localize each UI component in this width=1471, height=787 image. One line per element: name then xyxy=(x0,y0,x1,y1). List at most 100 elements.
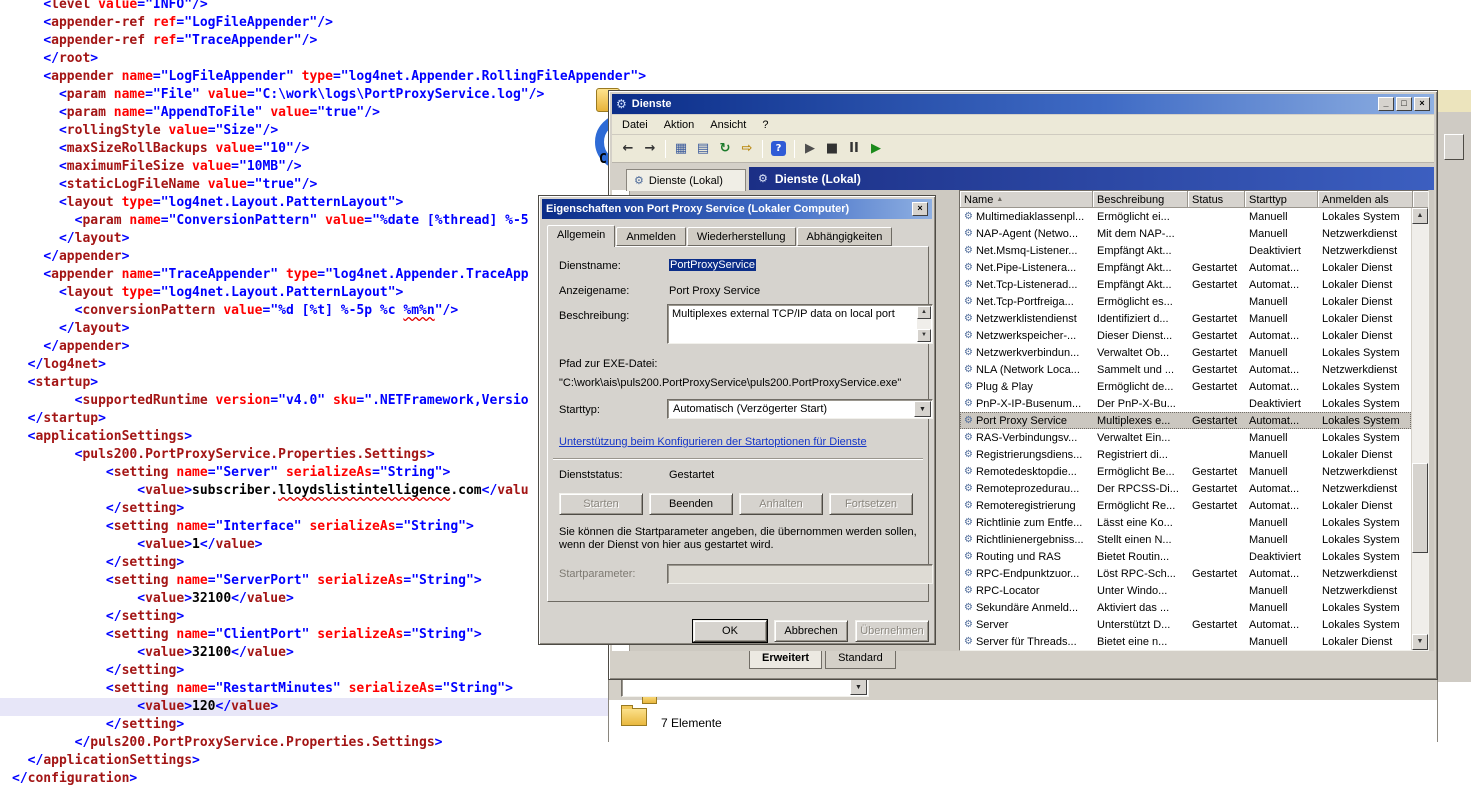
dienstname-value[interactable]: PortProxyService xyxy=(669,259,756,271)
service-row[interactable]: ⚙ServerUnterstützt D...GestartetAutomat.… xyxy=(960,616,1411,633)
service-row[interactable]: ⚙Port Proxy ServiceMultiplexes e...Gesta… xyxy=(960,412,1411,429)
restart-service-icon[interactable]: ▶ xyxy=(866,139,886,159)
code-line[interactable]: <setting name="ServerPort" serializeAs="… xyxy=(0,572,482,590)
tab-erweitert[interactable]: Erweitert xyxy=(749,651,822,669)
startoptions-help-link[interactable]: Unterstützung beim Konfigurieren der Sta… xyxy=(559,436,867,448)
column-header-starttyp[interactable]: Starttyp xyxy=(1245,191,1318,208)
cancel-button[interactable]: Abbrechen xyxy=(774,620,848,642)
maximize-button[interactable]: □ xyxy=(1396,97,1412,111)
tab-anmelden[interactable]: Anmelden xyxy=(616,227,686,246)
tab-abhaengigkeiten[interactable]: Abhängigkeiten xyxy=(797,227,893,246)
properties-icon[interactable]: ▤ xyxy=(693,139,713,159)
code-line[interactable]: <maxSizeRollBackups value="10"/> xyxy=(0,140,309,158)
service-row[interactable]: ⚙RemoteregistrierungErmöglicht Re...Gest… xyxy=(960,497,1411,514)
tab-wiederherstellung[interactable]: Wiederherstellung xyxy=(687,227,796,246)
code-line[interactable]: <value>32100</value> xyxy=(0,644,294,662)
service-row[interactable]: ⚙RPC-Endpunktzuor...Löst RPC-Sch...Gesta… xyxy=(960,565,1411,582)
window-titlebar[interactable]: ⚙ Dienste _□× xyxy=(612,94,1434,114)
code-line[interactable]: </setting> xyxy=(0,554,184,572)
help-icon[interactable]: ? xyxy=(771,141,786,156)
combobox-dropdown-button[interactable]: ▼ xyxy=(850,679,867,695)
service-row[interactable]: ⚙Richtlinienergebniss...Stellt einen N..… xyxy=(960,531,1411,548)
forward-icon[interactable]: → xyxy=(640,139,660,159)
code-line[interactable]: <setting name="RestartMinutes" serialize… xyxy=(0,680,513,698)
code-line[interactable]: <applicationSettings> xyxy=(0,428,192,446)
service-row[interactable]: ⚙Remoteprozedurau...Der RPCSS-Di...Gesta… xyxy=(960,480,1411,497)
code-line[interactable]: <level value="INFO"/> xyxy=(0,0,208,14)
code-line[interactable]: <puls200.PortProxyService.Properties.Set… xyxy=(0,446,435,464)
code-line[interactable]: </log4net> xyxy=(0,356,106,374)
service-row[interactable]: ⚙Net.Tcp-Listenerad...Empfängt Akt...Ges… xyxy=(960,276,1411,293)
service-row[interactable]: ⚙NAP-Agent (Netwo...Mit dem NAP-...Manue… xyxy=(960,225,1411,242)
scroll-down-icon[interactable]: ▼ xyxy=(1412,634,1428,650)
service-row[interactable]: ⚙Net.Msmq-Listener...Empfängt Akt...Deak… xyxy=(960,242,1411,259)
code-line[interactable]: </puls200.PortProxyService.Properties.Se… xyxy=(0,734,442,752)
scroll-up-icon[interactable]: ▲ xyxy=(1412,208,1428,224)
service-row[interactable]: ⚙Plug & PlayErmöglicht de...GestartetAut… xyxy=(960,378,1411,395)
code-line[interactable]: </setting> xyxy=(0,608,184,626)
minimize-button[interactable]: _ xyxy=(1378,97,1394,111)
column-header-beschreibung[interactable]: Beschreibung xyxy=(1093,191,1188,208)
column-header-name[interactable]: Name▲ xyxy=(960,191,1093,208)
code-line[interactable]: <supportedRuntime version="v4.0" sku=".N… xyxy=(0,392,529,410)
close-button[interactable]: × xyxy=(1414,97,1430,111)
scroll-thumb[interactable] xyxy=(1412,463,1428,553)
code-line[interactable]: <layout type="log4net.Layout.PatternLayo… xyxy=(0,284,403,302)
scrollbar-fragment[interactable] xyxy=(1444,134,1464,160)
code-line[interactable]: <layout type="log4net.Layout.PatternLayo… xyxy=(0,194,403,212)
menu-aktion[interactable]: Aktion xyxy=(656,117,703,133)
code-line[interactable]: <param name="AppendToFile" value="true"/… xyxy=(0,104,380,122)
refresh-icon[interactable]: ↻ xyxy=(715,139,735,159)
code-line[interactable]: <appender-ref ref="LogFileAppender"/> xyxy=(0,14,333,32)
code-line[interactable]: <param name="File" value="C:\work\logs\P… xyxy=(0,86,544,104)
dialog-titlebar[interactable]: Eigenschaften von Port Proxy Service (Lo… xyxy=(542,199,932,219)
code-line[interactable]: <setting name="ClientPort" serializeAs="… xyxy=(0,626,482,644)
code-line[interactable]: </configuration> xyxy=(0,770,137,787)
show-window-icon[interactable]: ▦ xyxy=(671,139,691,159)
code-line[interactable]: <appender-ref ref="TraceAppender"/> xyxy=(0,32,317,50)
service-row[interactable]: ⚙Net.Tcp-Portfreiga...Ermöglicht es...Ma… xyxy=(960,293,1411,310)
folder-combobox[interactable]: ▼ xyxy=(621,677,869,697)
service-row[interactable]: ⚙Netzwerkspeicher-...Dieser Dienst...Ges… xyxy=(960,327,1411,344)
code-line[interactable]: <staticLogFileName value="true"/> xyxy=(0,176,317,194)
code-line[interactable]: <setting name="Interface" serializeAs="S… xyxy=(0,518,474,536)
code-line[interactable]: </layout> xyxy=(0,230,129,248)
service-row[interactable]: ⚙Registrierungsdiens...Registriert di...… xyxy=(960,446,1411,463)
service-row[interactable]: ⚙Richtlinie zum Entfe...Lässt eine Ko...… xyxy=(960,514,1411,531)
service-row[interactable]: ⚙Multimediaklassenpl...Ermöglicht ei...M… xyxy=(960,208,1411,225)
code-line[interactable]: </setting> xyxy=(0,716,184,734)
close-button[interactable]: × xyxy=(912,202,928,216)
code-line[interactable]: <value>1</value> xyxy=(0,536,262,554)
ok-button[interactable]: OK xyxy=(693,620,767,642)
service-row[interactable]: ⚙Netzwerkverbindun...Verwaltet Ob...Gest… xyxy=(960,344,1411,361)
code-line[interactable]: <value>32100</value> xyxy=(0,590,294,608)
description-textarea[interactable]: Multiplexes external TCP/IP data on loca… xyxy=(667,304,933,344)
service-row[interactable]: ⚙NLA (Network Loca...Sammelt und ...Gest… xyxy=(960,361,1411,378)
code-line[interactable]: <rollingStyle value="Size"/> xyxy=(0,122,278,140)
code-line[interactable]: <appender name="TraceAppender" type="log… xyxy=(0,266,529,284)
starttyp-select[interactable]: Automatisch (Verzögerter Start) ▼ xyxy=(667,399,933,419)
column-header-anmelden-als[interactable]: Anmelden als xyxy=(1318,191,1413,208)
service-row[interactable]: ⚙NetzwerklistendienstIdentifiziert d...G… xyxy=(960,310,1411,327)
service-row[interactable]: ⚙Remotedesktopdie...Ermöglicht Be...Gest… xyxy=(960,463,1411,480)
code-line[interactable]: <conversionPattern value="%d [%t] %-5p %… xyxy=(0,302,458,320)
code-line[interactable]: </appender> xyxy=(0,338,129,356)
code-line[interactable]: <maximumFileSize value="10MB"/> xyxy=(0,158,302,176)
code-line[interactable]: <setting name="Server" serializeAs="Stri… xyxy=(0,464,450,482)
stop-service-icon[interactable]: ■ xyxy=(822,139,842,159)
export-list-icon[interactable]: ⇨ xyxy=(737,139,757,159)
code-line[interactable]: </setting> xyxy=(0,662,184,680)
back-icon[interactable]: ← xyxy=(618,139,638,159)
start-service-icon[interactable]: ▶ xyxy=(800,139,820,159)
scroll-down-icon[interactable]: ▼ xyxy=(917,329,931,342)
code-line[interactable]: </appender> xyxy=(0,248,129,266)
service-row[interactable]: ⚙RAS-Verbindungsv...Verwaltet Ein...Manu… xyxy=(960,429,1411,446)
column-header-status[interactable]: Status xyxy=(1188,191,1245,208)
service-row[interactable]: ⚙Net.Pipe-Listenera...Empfängt Akt...Ges… xyxy=(960,259,1411,276)
code-line[interactable]: </startup> xyxy=(0,410,106,428)
code-line[interactable]: <startup> xyxy=(0,374,98,392)
code-line[interactable]: <value>120</value> xyxy=(0,698,640,716)
stop-service-button[interactable]: Beenden xyxy=(649,493,733,515)
menu-hilfe[interactable]: ? xyxy=(754,117,776,133)
scroll-up-icon[interactable]: ▲ xyxy=(917,306,931,319)
